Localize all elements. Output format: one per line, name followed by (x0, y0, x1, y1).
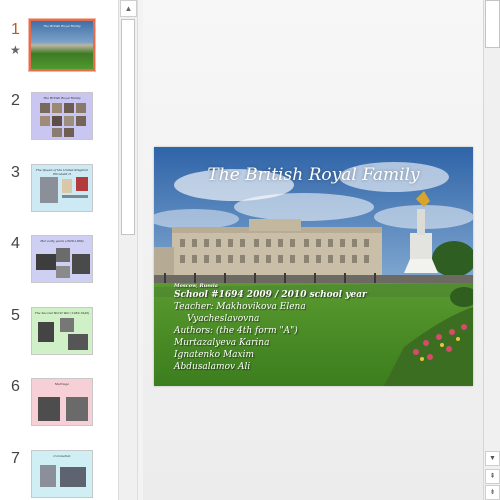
slide-scrollbar[interactable]: ▼ ⇞ ⇟ (483, 0, 500, 500)
thumbnail-title-7: Coronation (53, 454, 71, 458)
slide-body-text[interactable]: Moscow, Russia School #1694 2009 / 2010 … (174, 283, 367, 373)
body-line-teacher-patronymic: Vyacheslavovna (187, 314, 260, 324)
thumbnail-row-5[interactable]: 5 The Second World War (1939-1945) (0, 307, 118, 377)
thumbnail-title-5: The Second World War (1939-1945) (34, 311, 90, 315)
slide-thumbnail-2[interactable]: The British Royal Family (31, 92, 93, 140)
slide-number-5: 5 (11, 307, 20, 324)
slide-number-1: 1 (11, 21, 20, 38)
next-slide-button[interactable]: ⇟ (485, 485, 500, 500)
body-line-author-3: Abdusalamov Ali (174, 362, 251, 372)
thumbnail-row-2[interactable]: 2 The British Royal Family (0, 92, 118, 162)
slide-thumbnail-5[interactable]: The Second World War (1939-1945) (31, 307, 93, 355)
thumbnail-title-6: Marriage (54, 382, 70, 386)
scrollbar-thumb[interactable] (121, 19, 135, 235)
thumbnail-title-3: The Queen of the United Kingdom Elizabet… (35, 168, 89, 176)
body-line-author-1: Murtazalyeva Karina (174, 338, 270, 348)
body-line-authors: Authors: (the 4th form "A") (174, 326, 298, 336)
thumbnail-title-1: The British Royal Family (43, 24, 81, 28)
slide-title[interactable]: The British Royal Family (154, 165, 473, 185)
scroll-down-button[interactable]: ▼ (485, 451, 500, 466)
thumbnail-row-6[interactable]: 6 Marriage (0, 378, 118, 448)
body-line-author-2: Ignatenko Maxim (174, 350, 255, 360)
scroll-up-button[interactable]: ▲ (120, 0, 137, 17)
slide-thumbnail-3[interactable]: The Queen of the United Kingdom Elizabet… (31, 164, 93, 212)
scrollbar-thumb[interactable] (485, 0, 500, 48)
slide-thumbnail-pane: 1 ★ The British Royal Family 2 The Briti… (0, 0, 118, 500)
thumbnail-row-3[interactable]: 3 The Queen of the United Kingdom Elizab… (0, 164, 118, 234)
thumbnail-row-4[interactable]: 4 Her early years (1926-1939) (0, 235, 118, 305)
slide-thumbnail-7[interactable]: Coronation (31, 450, 93, 498)
slide-editing-area: The British Royal Family Moscow, Russia … (143, 0, 483, 500)
slide-number-6: 6 (11, 378, 20, 395)
body-line-school: School #1694 2009 / 2010 school year (174, 290, 367, 300)
animation-star-icon: ★ (10, 43, 21, 57)
slide-number-2: 2 (11, 92, 20, 109)
current-slide[interactable]: The British Royal Family Moscow, Russia … (154, 147, 473, 386)
chevron-up-icon: ▲ (124, 4, 133, 13)
double-chevron-up-icon: ⇞ (489, 473, 496, 480)
double-chevron-down-icon: ⇟ (489, 489, 496, 496)
thumbnail-title-4: Her early years (1926-1939) (40, 239, 84, 243)
body-line-teacher: Teacher: Makhovikova Elena (174, 302, 306, 312)
thumbnail-row-1[interactable]: 1 ★ The British Royal Family (0, 18, 118, 91)
thumbnail-scrollbar[interactable]: ▲ (118, 0, 138, 500)
slide-thumbnail-1[interactable]: The British Royal Family (28, 18, 96, 72)
thumbnail-row-7[interactable]: 7 Coronation (0, 450, 118, 500)
previous-slide-button[interactable]: ⇞ (485, 469, 500, 484)
slide-number-4: 4 (11, 235, 20, 252)
slide-thumbnail-6[interactable]: Marriage (31, 378, 93, 426)
slide-number-7: 7 (11, 450, 20, 467)
chevron-down-icon: ▼ (489, 455, 496, 462)
slide-number-3: 3 (11, 164, 20, 181)
thumbnail-title-2: The British Royal Family (43, 96, 81, 100)
slide-thumbnail-4[interactable]: Her early years (1926-1939) (31, 235, 93, 283)
